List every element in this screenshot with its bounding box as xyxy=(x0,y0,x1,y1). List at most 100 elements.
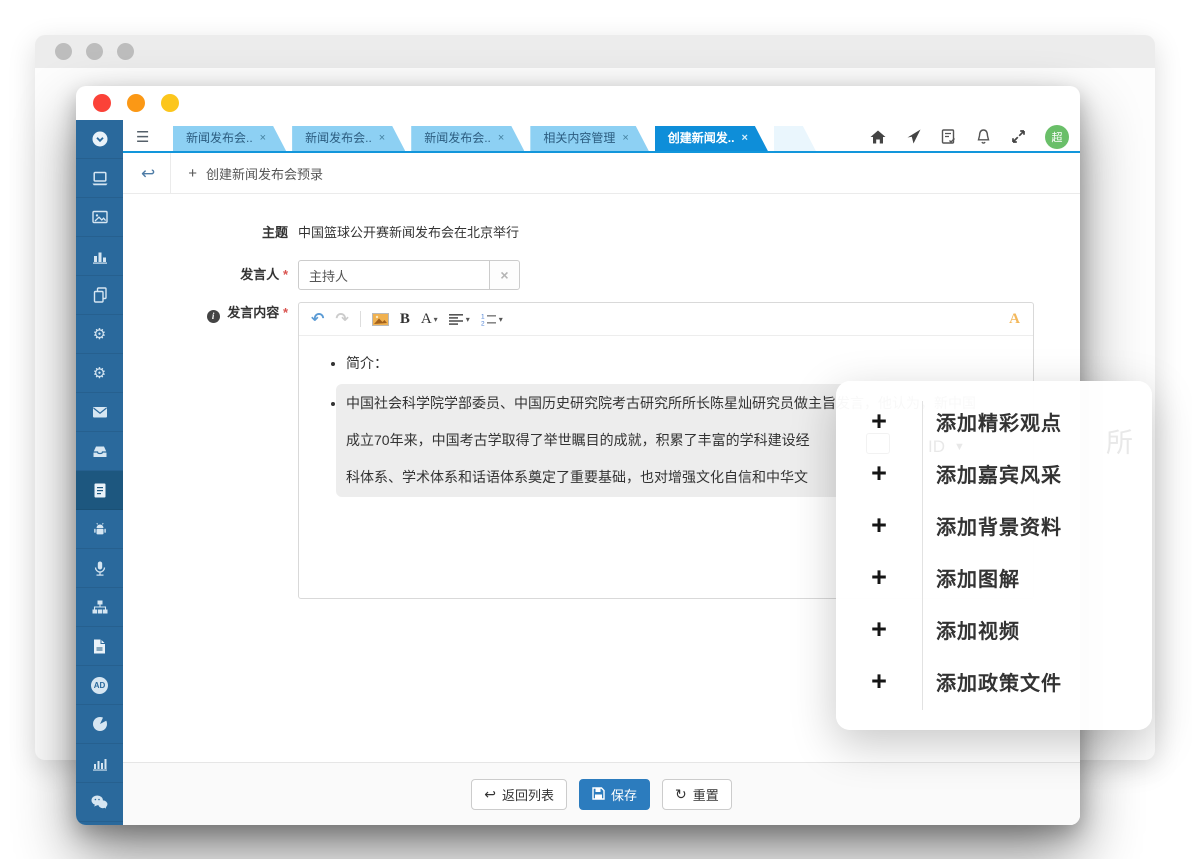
clear-input-icon[interactable]: × xyxy=(489,261,519,289)
sidebar-item-chart[interactable] xyxy=(76,237,123,276)
screen: ⚙ ⚙ xyxy=(0,0,1192,859)
sidebar-item-wechat[interactable] xyxy=(76,783,123,822)
microphone-icon xyxy=(91,560,109,577)
save-button[interactable]: 保存 xyxy=(579,779,650,810)
editor-fullscreen-icon[interactable]: A xyxy=(1009,311,1020,328)
window-dot[interactable] xyxy=(117,43,134,60)
redo-icon[interactable]: ↷ xyxy=(335,309,348,329)
bell-icon[interactable] xyxy=(975,128,992,145)
pie-chart-icon xyxy=(91,715,109,733)
menu-item-add-guest[interactable]: + 添加嘉宾风采 xyxy=(836,447,1152,499)
sidebar-item-file[interactable] xyxy=(76,627,123,666)
topic-value: 中国篮球公开赛新闻发布会在北京举行 xyxy=(298,222,519,241)
menu-item-add-video[interactable]: + 添加视频 xyxy=(836,603,1152,655)
zoom-window-button[interactable] xyxy=(161,94,179,112)
content-label: i 发言内容 * xyxy=(123,302,298,599)
reset-button[interactable]: ↻ 重置 xyxy=(662,779,732,810)
reset-icon: ↻ xyxy=(675,787,687,801)
plus-icon: + xyxy=(836,512,922,539)
speaker-input[interactable] xyxy=(299,261,489,289)
font-color-icon[interactable]: A ▾ xyxy=(421,311,438,328)
sidebar-item-desktop[interactable] xyxy=(76,159,123,198)
minimize-window-button[interactable] xyxy=(127,94,145,112)
add-content-popup: ID ▼ 所 + 添加精彩观点 + 添加嘉宾风采 + 添加背景资料 + 添加图解… xyxy=(836,381,1152,730)
tab-close-icon[interactable]: × xyxy=(741,126,747,151)
menu-item-add-background[interactable]: + 添加背景资料 xyxy=(836,499,1152,551)
collapse-menu-icon[interactable]: ☰ xyxy=(136,128,149,146)
home-icon[interactable] xyxy=(869,129,887,145)
sidebar-item-settings-2[interactable]: ⚙ xyxy=(76,354,123,393)
plus-icon: + xyxy=(188,165,197,182)
sidebar-item-mail[interactable] xyxy=(76,393,123,432)
sidebar-item-chevron[interactable] xyxy=(76,120,123,159)
expand-icon[interactable] xyxy=(1010,128,1027,145)
tab-label: 创建新闻发.. xyxy=(668,126,735,151)
sidebar-item-settings-1[interactable]: ⚙ xyxy=(76,315,123,354)
sidebar-item-image[interactable] xyxy=(76,198,123,237)
back-icon[interactable]: ↩ xyxy=(141,165,155,182)
tab-close-icon[interactable]: × xyxy=(379,126,385,151)
save-icon xyxy=(592,787,605,802)
form-footer: ↩ 返回列表 保存 ↻ 重置 xyxy=(123,762,1080,825)
caret-down-icon: ▾ xyxy=(499,315,503,324)
sidebar-item-ad[interactable]: AD xyxy=(76,666,123,705)
back-to-list-button[interactable]: ↩ 返回列表 xyxy=(471,779,567,810)
sidebar-item-stats[interactable] xyxy=(76,744,123,783)
lightning-icon[interactable] xyxy=(905,128,922,145)
envelope-icon xyxy=(91,405,109,419)
document-icon xyxy=(92,482,108,499)
sidebar-item-pie[interactable] xyxy=(76,705,123,744)
inbox-icon xyxy=(91,443,109,459)
required-mark: * xyxy=(283,305,288,320)
sidebar-item-android[interactable] xyxy=(76,510,123,549)
ordered-list-icon[interactable]: 12 ▾ xyxy=(481,313,503,326)
bar-chart-icon xyxy=(91,248,109,264)
tab-related-content[interactable]: 相关内容管理 × xyxy=(530,126,648,151)
menu-item-add-diagram[interactable]: + 添加图解 xyxy=(836,551,1152,603)
bold-icon[interactable]: B xyxy=(400,311,410,328)
menu-item-add-policy[interactable]: + 添加政策文件 xyxy=(836,655,1152,707)
tab-label: 新闻发布会.. xyxy=(424,126,491,151)
avatar[interactable]: 超 xyxy=(1045,125,1069,149)
align-icon[interactable]: ▾ xyxy=(449,314,470,325)
undo-icon[interactable]: ↶ xyxy=(311,309,324,329)
tab-close-icon[interactable]: × xyxy=(498,126,504,151)
tab-news-1[interactable]: 新闻发布会.. × xyxy=(173,126,286,151)
sidebar-item-copy[interactable] xyxy=(76,276,123,315)
android-icon xyxy=(91,521,109,537)
sidebar-item-sitemap[interactable] xyxy=(76,588,123,627)
tab-news-2[interactable]: 新闻发布会.. × xyxy=(292,126,405,151)
back-arrow-icon: ↩ xyxy=(484,787,496,801)
insert-image-icon[interactable] xyxy=(372,313,389,326)
tab-bar: ☰ 新闻发布会.. × 新闻发布会.. × 新闻发布会.. × xyxy=(123,120,1080,153)
svg-text:2: 2 xyxy=(481,320,485,326)
svg-text:1: 1 xyxy=(481,313,485,320)
tab-close-icon[interactable]: × xyxy=(260,126,266,151)
tab-create-news-active[interactable]: 创建新闻发.. × xyxy=(655,126,768,151)
desktop-icon xyxy=(91,170,109,187)
close-window-button[interactable] xyxy=(93,94,111,112)
sidebar: ⚙ ⚙ xyxy=(76,120,123,825)
file-icon xyxy=(92,638,107,655)
tab-label: 新闻发布会.. xyxy=(186,126,253,151)
breadcrumb: ↩ + 创建新闻发布会预录 xyxy=(123,153,1080,194)
gear-icon: ⚙ xyxy=(93,327,106,342)
menu-item-add-highlight[interactable]: + 添加精彩观点 xyxy=(836,395,1152,447)
window-dot[interactable] xyxy=(86,43,103,60)
copy-icon xyxy=(91,286,109,304)
gear-icon: ⚙ xyxy=(93,366,106,381)
plus-icon: + xyxy=(836,460,922,487)
plus-icon: + xyxy=(836,408,922,435)
tab-close-icon[interactable]: × xyxy=(622,126,628,151)
memo-icon[interactable] xyxy=(940,128,957,145)
window-controls xyxy=(76,86,1080,120)
sitemap-icon xyxy=(91,599,109,615)
sidebar-item-microphone[interactable] xyxy=(76,549,123,588)
window-dot[interactable] xyxy=(55,43,72,60)
sidebar-item-document-active[interactable] xyxy=(76,471,123,510)
info-icon: i xyxy=(207,310,220,323)
speaker-row: 发言人 * × xyxy=(123,260,1080,290)
sidebar-item-inbox[interactable] xyxy=(76,432,123,471)
plus-icon: + xyxy=(836,616,922,643)
tab-news-3[interactable]: 新闻发布会.. × xyxy=(411,126,524,151)
